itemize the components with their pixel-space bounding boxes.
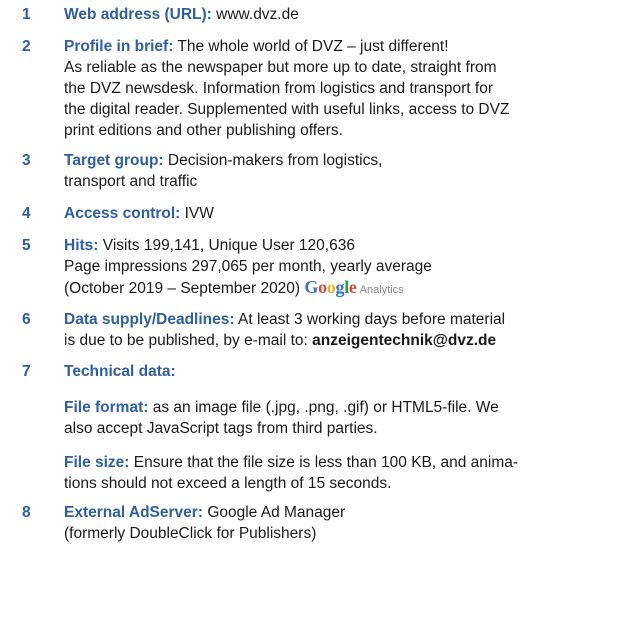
item-text: the DVZ newsdesk. Information from logis…: [64, 80, 494, 97]
item-body: Hits: Visits 199,141, Unique User 120,63…: [64, 235, 620, 298]
item-label: Access control:: [64, 205, 181, 222]
item-label: Technical data:: [64, 363, 176, 380]
item-text: also accept JavaScript tags from third p…: [64, 420, 378, 437]
item-label: Web address (URL):: [64, 6, 212, 23]
item-text: Google Ad Manager: [207, 504, 346, 521]
item-text: the digital reader. Supplemented with us…: [64, 101, 510, 118]
item-label: Target group:: [64, 152, 164, 169]
item-body: Web address (URL): www.dvz.de: [64, 4, 620, 25]
item-number: 8: [22, 504, 31, 521]
item-number: 3: [22, 152, 31, 169]
item-text: tions should not exceed a length of 15 s…: [64, 475, 392, 492]
item-text: The whole world of DVZ – just different!: [177, 38, 449, 55]
item-text: as an image file (.jpg, .png, .gif) or H…: [152, 399, 499, 416]
item-body: Target group: Decision-makers from logis…: [64, 150, 620, 192]
item-text: www.dvz.de: [216, 6, 299, 23]
item-body: Access control: IVW: [64, 203, 620, 224]
item-number: 4: [22, 205, 31, 222]
item-text: As reliable as the newspaper but more up…: [64, 59, 497, 76]
item-body: Technical data:: [64, 361, 620, 382]
item-body: External AdServer: Google Ad Manager (fo…: [64, 502, 620, 544]
item-number: 6: [22, 311, 31, 328]
item-number: 1: [22, 6, 31, 23]
item-number: 5: [22, 237, 31, 254]
item-text: Visits 199,141, Unique User 120,636: [102, 237, 355, 254]
item-number: 7: [22, 363, 31, 380]
google-analytics-logo-subtitle: Analytics: [359, 284, 404, 296]
item-label: File format:: [64, 399, 149, 416]
item-text: (October 2019 – September 2020): [64, 280, 301, 297]
item-text: Decision-makers from logistics,: [167, 152, 383, 169]
item-label: External AdServer:: [64, 504, 203, 521]
item-label: Hits:: [64, 237, 99, 254]
item-number: 2: [22, 38, 31, 55]
item-body: File format: as an image file (.jpg, .pn…: [64, 397, 620, 439]
item-text: Page impressions 297,065 per month, year…: [64, 258, 432, 275]
item-text: print editions and other publishing offe…: [64, 122, 343, 139]
item-text: is due to be published, by e-mail to:: [64, 332, 308, 349]
email-link[interactable]: anzeigentechnik@dvz.de: [312, 332, 496, 349]
google-analytics-logo: Google: [304, 277, 357, 297]
item-text: transport and traffic: [64, 173, 198, 190]
item-body: Data supply/Deadlines: At least 3 workin…: [64, 309, 620, 351]
item-label: Profile in brief:: [64, 38, 174, 55]
item-text: IVW: [184, 205, 214, 222]
item-label: File size:: [64, 454, 130, 471]
item-body: File size: Ensure that the file size is …: [64, 452, 620, 494]
item-text: Ensure that the file size is less than 1…: [133, 454, 519, 471]
item-body: Profile in brief: The whole world of DVZ…: [64, 36, 620, 141]
item-text: At least 3 working days before material: [238, 311, 506, 328]
item-text: (formerly DoubleClick for Publishers): [64, 525, 317, 542]
item-label: Data supply/Deadlines:: [64, 311, 235, 328]
